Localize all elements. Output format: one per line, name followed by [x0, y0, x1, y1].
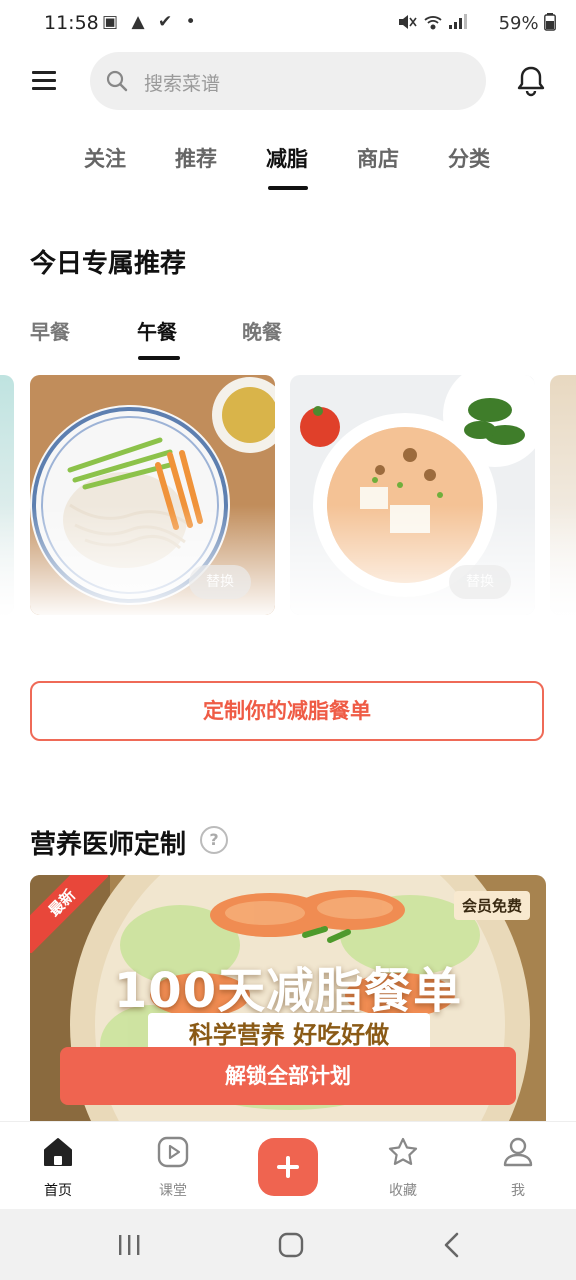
recipe-card[interactable]: 替换: [290, 375, 535, 615]
user-icon: [503, 1137, 533, 1167]
customize-plan-button[interactable]: 定制你的减脂餐单: [30, 681, 544, 741]
signal-icon: [449, 14, 468, 29]
recipe-card[interactable]: 替换: [30, 375, 275, 615]
meal-tab-breakfast[interactable]: 早餐: [30, 316, 70, 345]
new-badge-label: 最新: [30, 875, 108, 953]
status-time: 11:58: [44, 12, 99, 34]
nutrition-section-title: 营养医师定制: [30, 830, 187, 860]
recipe-card-peek-right[interactable]: [550, 375, 576, 615]
vip-free-badge: 会员免费: [453, 891, 530, 920]
add-recipe-button[interactable]: [258, 1138, 318, 1196]
meal-tab-dinner[interactable]: 晚餐: [242, 316, 282, 345]
bell-icon: [517, 66, 545, 97]
banner-title: 100天减脂餐单: [113, 963, 463, 1019]
back-icon[interactable]: [442, 1231, 462, 1259]
nav-favorites-label: 收藏: [389, 1183, 417, 1199]
nav-me-label: 我: [511, 1183, 525, 1199]
system-nav-bar: [0, 1209, 576, 1280]
nav-class[interactable]: 课堂: [128, 1122, 218, 1210]
star-icon: [388, 1137, 418, 1165]
section-title: 今日专属推荐: [30, 249, 187, 279]
nav-home-label: 首页: [44, 1183, 72, 1199]
help-icon[interactable]: ?: [200, 826, 228, 854]
menu-button[interactable]: [30, 66, 60, 96]
active-tab-indicator: [268, 186, 308, 190]
battery-icon: [544, 13, 556, 31]
tab-category[interactable]: 分类: [448, 143, 490, 173]
mute-icon: [399, 15, 417, 29]
notification-button[interactable]: [514, 64, 548, 98]
nav-class-label: 课堂: [159, 1183, 187, 1199]
wifi-icon: [424, 16, 442, 30]
search-placeholder: 搜索菜谱: [144, 73, 221, 95]
swap-button[interactable]: 替换: [189, 565, 251, 599]
tab-shop[interactable]: 商店: [357, 143, 399, 173]
nav-me[interactable]: 我: [473, 1122, 563, 1210]
play-icon: [157, 1136, 189, 1168]
status-bar: 11:58 ▣ ▲ ✔ • 59%: [0, 0, 576, 48]
system-status-icons: 59%: [397, 12, 556, 34]
tab-follow[interactable]: 关注: [84, 143, 126, 173]
swap-button[interactable]: 替换: [449, 565, 511, 599]
new-badge: 最新: [30, 875, 108, 953]
search-icon: [106, 70, 128, 92]
home-nav-icon[interactable]: [278, 1232, 304, 1258]
recent-apps-icon[interactable]: [116, 1233, 142, 1257]
notification-icons: ▣ ▲ ✔ •: [102, 12, 200, 32]
battery-percent: 59%: [498, 13, 539, 34]
nav-favorites[interactable]: 收藏: [358, 1122, 448, 1210]
nav-home[interactable]: 首页: [13, 1122, 103, 1210]
active-meal-indicator: [138, 356, 180, 360]
meal-tab-lunch[interactable]: 午餐: [137, 316, 177, 345]
recipe-card-peek-left[interactable]: [0, 375, 14, 615]
search-input[interactable]: 搜索菜谱: [90, 52, 486, 110]
unlock-plan-button[interactable]: 解锁全部计划: [60, 1047, 516, 1105]
tab-fat-loss[interactable]: 减脂: [266, 143, 308, 173]
bottom-nav: 首页 课堂 收藏 我: [0, 1121, 576, 1210]
tab-recommend[interactable]: 推荐: [175, 143, 217, 173]
home-icon: [44, 1138, 72, 1166]
